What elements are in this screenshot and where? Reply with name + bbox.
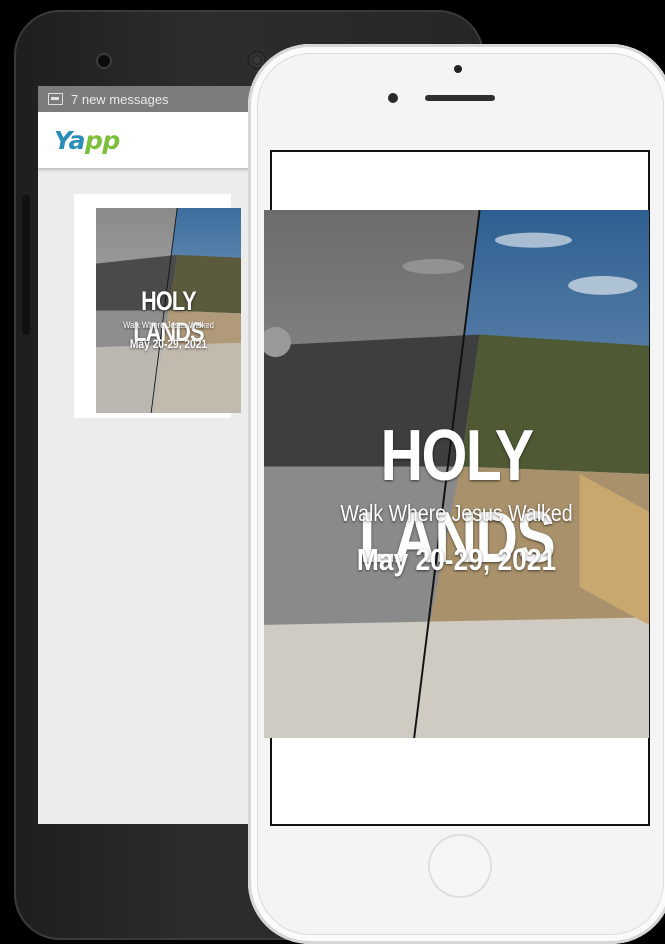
iphone-front-camera-icon xyxy=(454,65,462,73)
android-side-button xyxy=(22,195,30,335)
yapp-logo[interactable]: Yapp xyxy=(54,126,120,155)
iphone-speaker-icon xyxy=(425,95,495,101)
banner-subtitle: Walk Where Jesus Walked xyxy=(123,320,214,330)
holy-lands-banner-thumbnail[interactable]: HOLY LANDS Walk Where Jesus Walked May 2… xyxy=(96,208,241,413)
banner-subtitle: Walk Where Jesus Walked xyxy=(340,500,573,526)
iphone: HOLY LANDS Walk Where Jesus Walked May 2… xyxy=(248,44,665,944)
android-image-card[interactable]: HOLY LANDS Walk Where Jesus Walked May 2… xyxy=(74,194,241,418)
iphone-screen: HOLY LANDS Walk Where Jesus Walked May 2… xyxy=(264,150,650,826)
android-camera-icon xyxy=(98,55,110,67)
holy-lands-banner[interactable]: HOLY LANDS Walk Where Jesus Walked May 2… xyxy=(264,210,649,738)
message-icon xyxy=(48,93,63,105)
iphone-sensor-icon xyxy=(388,93,398,103)
banner-date: May 20-29, 2021 xyxy=(129,337,208,351)
notification-text: 7 new messages xyxy=(71,91,169,107)
iphone-home-button[interactable] xyxy=(428,834,492,898)
banner-date: May 20-29, 2021 xyxy=(356,542,557,577)
